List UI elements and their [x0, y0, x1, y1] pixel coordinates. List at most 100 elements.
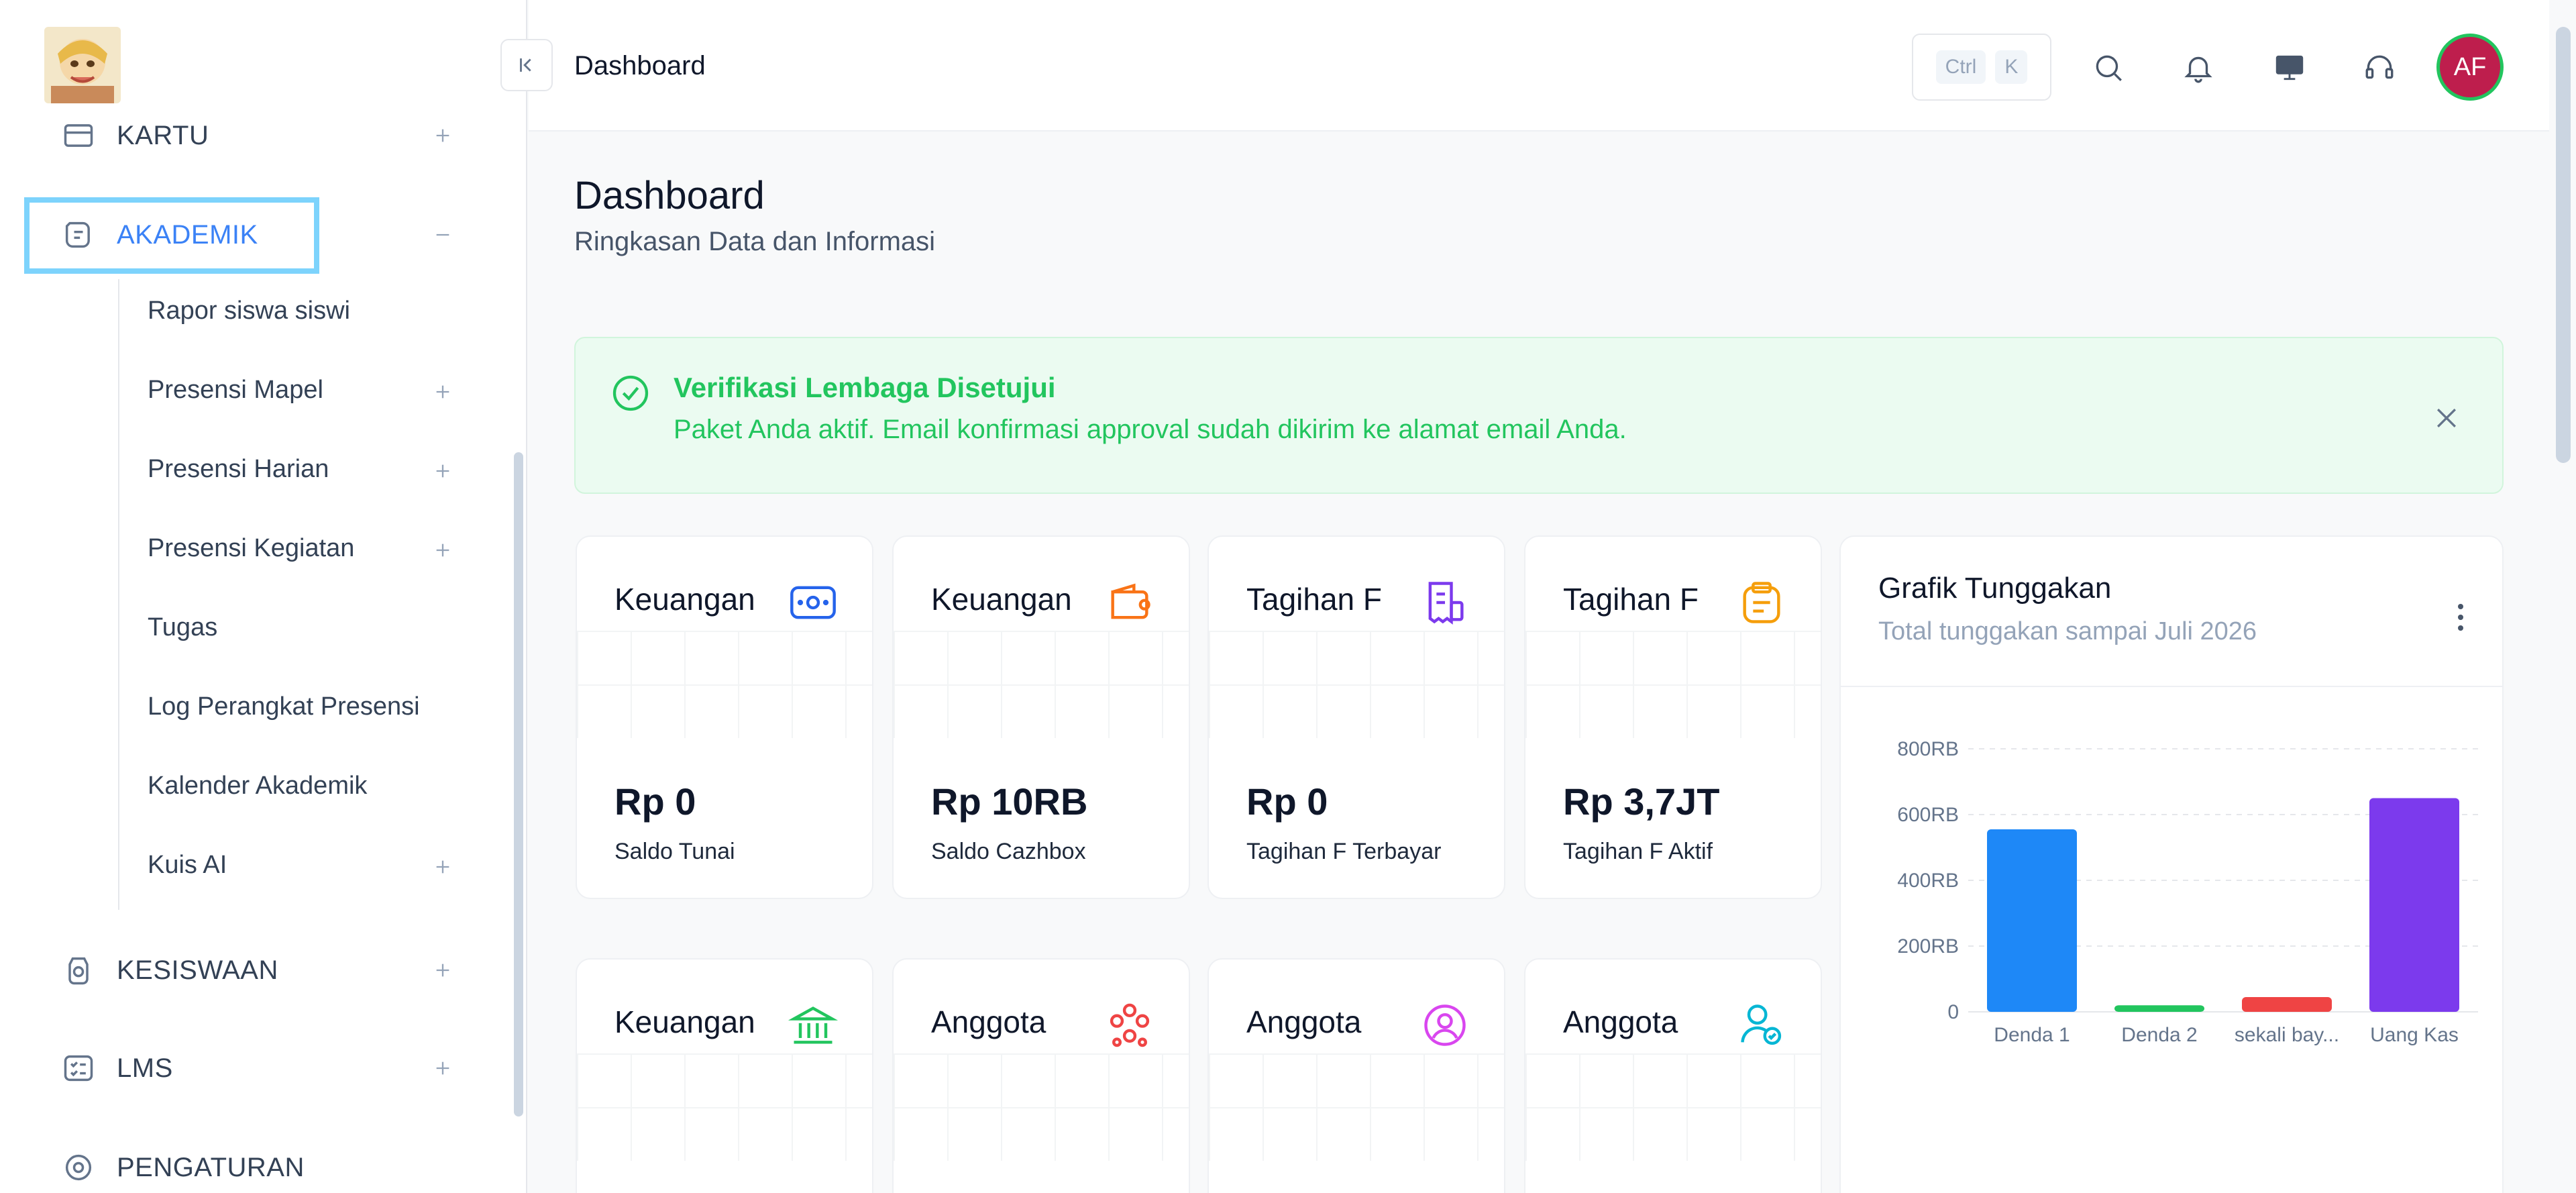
card-title: Anggota [1563, 1004, 1678, 1039]
top-bar [529, 0, 2549, 132]
card-caption: Saldo Tunai [614, 839, 735, 864]
stat-card-anggota-user[interactable]: Anggota [1208, 958, 1505, 1193]
wallet-icon [1102, 574, 1158, 631]
sidebar-subitem-rapor[interactable]: Rapor siswa siswi [148, 297, 350, 325]
sidebar-item-label: KESISWAAN [117, 955, 278, 985]
search-icon [2096, 55, 2122, 81]
page-subtitle: Ringkasan Data dan Informasi [574, 227, 936, 256]
card-pattern [577, 631, 872, 738]
success-alert: Verifikasi Lembaga Disetujui Paket Anda … [574, 337, 2504, 494]
plus-icon[interactable] [429, 458, 456, 484]
minus-icon[interactable] [429, 221, 456, 248]
display-button[interactable] [2269, 47, 2310, 89]
card-pattern [894, 1053, 1189, 1161]
checklist-icon [59, 1049, 98, 1088]
sidebar-subitem-kalender[interactable]: Kalender Akademik [148, 772, 367, 800]
sidebar-item-label: PENGATURAN [117, 1152, 305, 1182]
plus-icon[interactable] [429, 957, 456, 984]
chart-title: Grafik Tunggakan [1878, 572, 2112, 605]
page-scrollbar[interactable] [2556, 27, 2571, 463]
card-pattern [1209, 1053, 1504, 1161]
sidebar-subitem-presensi-mapel[interactable]: Presensi Mapel [148, 376, 323, 405]
card-title: Keuangan [931, 582, 1072, 617]
search-button[interactable] [2088, 47, 2129, 89]
page-title: Dashboard [574, 174, 765, 217]
stat-card-saldo-cazhbox[interactable]: Keuangan Rp 10RB Saldo Cazhbox [892, 535, 1190, 899]
sidebar-item-kesiswaan[interactable]: KESISWAAN [0, 937, 510, 1004]
bar-uang-kas[interactable] [2369, 798, 2459, 1013]
user-circle-icon [1417, 997, 1473, 1053]
headset-icon [2365, 55, 2394, 79]
sidebar-subitem-tugas[interactable]: Tugas [148, 613, 217, 642]
alert-title: Verifikasi Lembaga Disetujui [674, 372, 1056, 403]
bar-sekali-bay-[interactable] [2242, 996, 2332, 1012]
avatar[interactable]: AF [2436, 34, 2504, 101]
institution-logo[interactable] [44, 27, 121, 103]
sidebar-item-lms[interactable]: LMS [0, 1035, 510, 1102]
clipboard-icon [1733, 574, 1790, 631]
x-tick-label: Denda 1 [1994, 1024, 2070, 1046]
x-tick-label: Denda 2 [2121, 1024, 2197, 1046]
y-tick-label: 400RB [1897, 870, 1959, 892]
close-alert-button[interactable] [2430, 401, 2463, 435]
stat-card-tagihan-aktif[interactable]: Tagihan F Rp 3,7JT Tagihan F Aktif [1524, 535, 1822, 899]
monitor-icon [2275, 55, 2304, 81]
stat-card-keuangan-bank[interactable]: Keuangan [576, 958, 873, 1193]
sidebar-item-pengaturan[interactable]: PENGATURAN [0, 1134, 510, 1193]
plus-icon[interactable] [429, 1055, 456, 1082]
bell-icon [2184, 56, 2212, 83]
card-value: Rp 0 [614, 780, 696, 823]
chart-menu-button[interactable] [2447, 597, 2474, 637]
notifications-button[interactable] [2178, 47, 2219, 89]
y-tick-label: 600RB [1897, 804, 1959, 826]
sidebar-item-kartu[interactable]: KARTU [0, 102, 510, 169]
card-value: Rp 3,7JT [1563, 780, 1720, 823]
card-pattern [1525, 631, 1821, 738]
sidebar-subitem-kuis-ai[interactable]: Kuis AI [148, 851, 227, 880]
collapse-sidebar-button[interactable] [500, 39, 553, 91]
sidebar-subitem-presensi-harian[interactable]: Presensi Harian [148, 455, 329, 484]
bank-icon [785, 997, 841, 1053]
breadcrumb: Dashboard [574, 51, 706, 81]
stat-card-saldo-tunai[interactable]: Keuangan Rp 0 Saldo Tunai [576, 535, 873, 899]
sidebar-subitem-presensi-kegiatan[interactable]: Presensi Kegiatan [148, 534, 354, 563]
sidebar-item-akademik[interactable]: AKADEMIK [0, 201, 510, 268]
bar-denda-1[interactable] [1987, 829, 2077, 1012]
plus-icon[interactable] [429, 853, 456, 880]
support-button[interactable] [2359, 47, 2400, 89]
card-caption: Tagihan F Terbayar [1246, 839, 1442, 864]
sidebar-item-label: AKADEMIK [117, 219, 258, 250]
more-vertical-icon [2458, 604, 2463, 631]
card-value: Rp 10RB [931, 780, 1088, 823]
x-tick-label: Uang Kas [2370, 1024, 2459, 1046]
user-check-icon [1733, 997, 1790, 1053]
command-palette-shortcut[interactable]: Ctrl K [1912, 34, 2051, 101]
card-title: Anggota [1246, 1004, 1362, 1039]
sidebar-item-label: KARTU [117, 120, 209, 150]
card-pattern [1525, 1053, 1821, 1161]
bar-chart: 0 200RB 400RB 600RB 800RB Denda 1 Denda 2 sekal… [1897, 738, 2478, 1046]
card-title: Tagihan F [1563, 582, 1699, 617]
x-tick-label: sekali bay... [2235, 1024, 2339, 1046]
card-value: Rp 0 [1246, 780, 1328, 823]
stat-card-anggota-verified[interactable]: Anggota [1524, 958, 1822, 1193]
stat-card-tagihan-terbayar[interactable]: Tagihan F Rp 0 Tagihan F Terbayar [1208, 535, 1505, 899]
sidebar-scrollbar[interactable] [514, 452, 523, 1117]
card-title: Keuangan [614, 1004, 755, 1039]
plus-icon[interactable] [429, 122, 456, 149]
card-pattern [894, 631, 1189, 738]
y-tick-label: 200RB [1897, 935, 1959, 957]
stat-card-anggota-group[interactable]: Anggota [892, 958, 1190, 1193]
bar-denda-2[interactable] [2114, 1005, 2204, 1012]
sidebar: KARTU AKADEMIK Rapor siswa siswi Presens… [0, 0, 527, 1193]
card-title: Anggota [931, 1004, 1046, 1039]
plus-icon[interactable] [429, 378, 456, 405]
kbd-ctrl: Ctrl [1935, 50, 1986, 84]
sidebar-subitem-log-perangkat[interactable]: Log Perangkat Presensi [148, 692, 420, 721]
collapse-left-icon [520, 58, 531, 72]
y-tick-label: 800RB [1897, 738, 1959, 760]
y-tick-label: 0 [1947, 1001, 1959, 1023]
plus-icon[interactable] [429, 537, 456, 564]
receipt-icon [1417, 574, 1473, 631]
close-icon [2436, 408, 2457, 428]
